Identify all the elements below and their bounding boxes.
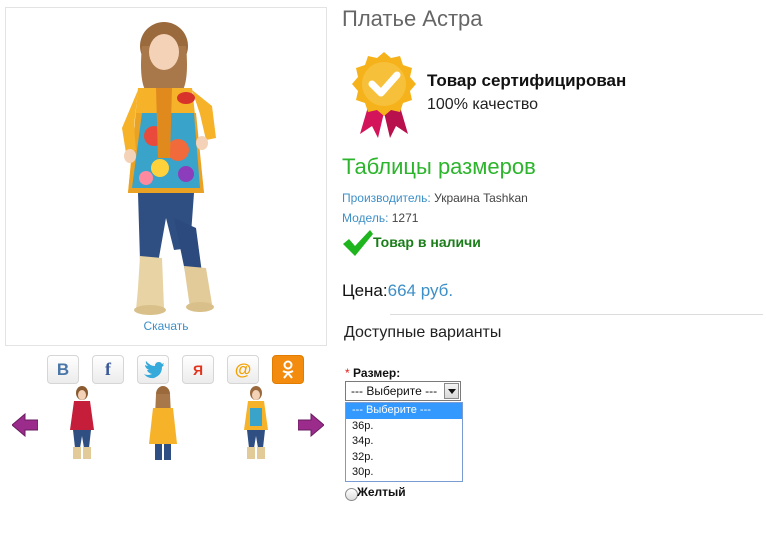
color-option-label: Желтый — [357, 485, 406, 499]
available-variants-title: Доступные варианты — [344, 324, 502, 341]
size-select[interactable]: --- Выберите --- — [345, 381, 461, 401]
size-option[interactable]: 30р. — [346, 465, 462, 481]
size-dropdown-list: --- Выберите --- 36р. 34р. 32р. 30р. — [345, 402, 463, 482]
thumbnail-2[interactable] — [143, 386, 183, 462]
certified-badge-icon — [352, 52, 416, 138]
size-tables-link[interactable]: Таблицы размеров — [342, 154, 536, 180]
checkmark-icon — [343, 230, 373, 256]
vk-icon[interactable]: В — [47, 355, 79, 384]
mailru-icon[interactable]: @ — [227, 355, 259, 384]
size-option[interactable]: 32р. — [346, 450, 462, 466]
price-row: Цена:664 руб. — [342, 281, 453, 301]
manufacturer-label[interactable]: Производитель: — [342, 191, 431, 205]
model-value: 1271 — [391, 211, 419, 225]
size-option[interactable]: --- Выберите --- — [346, 403, 462, 419]
product-title: Платье Астра — [342, 6, 483, 31]
twitter-icon[interactable] — [137, 355, 169, 384]
manufacturer-row: Производитель: Украина Tashkan — [342, 191, 528, 205]
size-label: * Размер: — [345, 366, 400, 380]
size-option[interactable]: 36р. — [346, 419, 462, 435]
certified-subtitle: 100% качество — [427, 96, 539, 113]
divider — [390, 314, 763, 315]
ok-icon[interactable] — [272, 355, 304, 384]
next-arrow-icon[interactable] — [298, 413, 324, 437]
main-product-photo[interactable]: Скачать — [5, 7, 327, 346]
thumbnail-3[interactable] — [236, 386, 276, 462]
chevron-down-icon[interactable] — [444, 383, 459, 399]
price-label: Цена: — [342, 281, 388, 300]
model-row: Модель: 1271 — [342, 211, 418, 225]
model-label: Модель: — [342, 211, 389, 225]
download-link[interactable]: Скачать — [6, 319, 326, 333]
facebook-icon[interactable]: f — [92, 355, 124, 384]
certified-title: Товар сертифицирован — [427, 71, 627, 90]
product-photo-image — [122, 22, 216, 315]
size-label-text: Размер: — [353, 366, 401, 380]
required-mark: * — [345, 366, 350, 380]
size-select-value: --- Выберите --- — [351, 384, 438, 398]
odnoklassniki-icon[interactable]: Я — [182, 355, 214, 384]
thumbnail-1[interactable] — [62, 386, 102, 462]
price-value: 664 руб. — [387, 281, 454, 300]
size-option[interactable]: 34р. — [346, 434, 462, 450]
prev-arrow-icon[interactable] — [12, 413, 38, 437]
manufacturer-value: Украина Tashkan — [434, 191, 528, 205]
in-stock-status: Товар в наличи — [373, 234, 481, 250]
